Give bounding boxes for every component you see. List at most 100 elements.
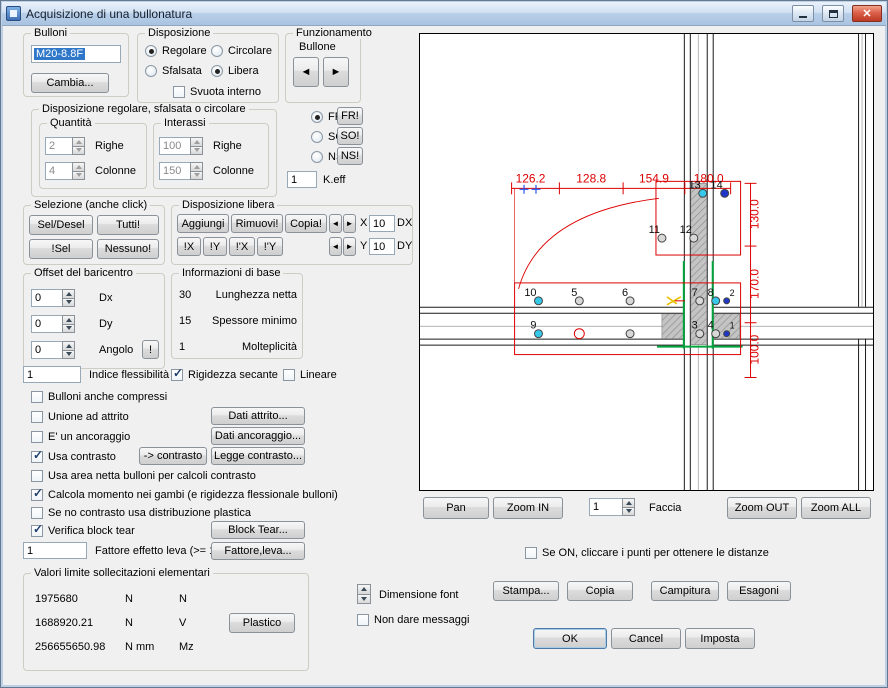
radio-fr-dot[interactable] [311, 111, 323, 123]
quantita-righe-spinner[interactable] [45, 137, 85, 155]
checkbox-usa-contrasto[interactable]: Usa contrasto [31, 450, 116, 464]
checkbox-ancoraggio[interactable]: E' un ancoraggio [31, 430, 130, 444]
bullone-tipo-field[interactable]: M20-8.8F [31, 45, 121, 63]
spin-down-icon[interactable] [357, 595, 371, 605]
mirror-x-button[interactable]: !X [177, 237, 201, 256]
radio-circolare[interactable]: Circolare [211, 44, 272, 58]
bolt-1[interactable] [724, 331, 730, 337]
minimize-button[interactable] [792, 5, 814, 22]
fattore-leva-button[interactable]: Fattore,leva... [211, 542, 305, 560]
quantita-colonne-input[interactable] [45, 162, 72, 180]
x-plus-button[interactable]: ► [343, 214, 356, 233]
radio-regolare-dot[interactable] [145, 45, 157, 57]
tutti-button[interactable]: Tutti! [97, 215, 159, 235]
checkbox-rigidezza-secante[interactable]: Rigidezza secante [171, 368, 278, 382]
copia-bolt-button[interactable]: Copia! [285, 214, 327, 233]
checkbox-momento-box[interactable] [31, 489, 43, 501]
spin-down-icon[interactable] [72, 172, 85, 181]
offset-angolo-input[interactable] [31, 341, 62, 359]
checkbox-compressi-box[interactable] [31, 391, 43, 403]
drawing-viewport[interactable]: 126.2 128.8 154.9 180.0 130.0 170.0 100.… [419, 33, 874, 491]
fattore-leva-input[interactable] [23, 542, 87, 559]
checkbox-unione-attrito[interactable]: Unione ad attrito [31, 410, 129, 424]
nessuno-button[interactable]: Nessuno! [97, 239, 159, 259]
ok-button[interactable]: OK [533, 628, 607, 649]
spin-up-icon[interactable] [190, 162, 203, 172]
block-tear-button[interactable]: Block Tear... [211, 521, 305, 539]
mirror-y-button[interactable]: !Y [203, 237, 227, 256]
interassi-colonne-spinner[interactable] [159, 162, 203, 180]
spin-down-icon[interactable] [190, 172, 203, 181]
radio-libera-dot[interactable] [211, 65, 223, 77]
interassi-righe-input[interactable] [159, 137, 190, 155]
checkbox-svuota-interno[interactable]: Svuota interno [173, 85, 261, 99]
checkbox-calcola-momento[interactable]: Calcola momento nei gambi (e rigidezza f… [31, 488, 338, 502]
indice-flessibilita-input[interactable] [23, 366, 81, 383]
zoom-out-button[interactable]: Zoom OUT [727, 497, 797, 519]
inverti-sel-button[interactable]: !Sel [29, 239, 93, 259]
connection-drawing[interactable]: 126.2 128.8 154.9 180.0 130.0 170.0 100.… [420, 34, 873, 490]
radio-so-dot[interactable] [311, 131, 323, 143]
radio-sfalsata-dot[interactable] [145, 65, 157, 77]
dati-ancoraggio-button[interactable]: Dati ancoraggio... [211, 427, 305, 445]
checkbox-area-netta[interactable]: Usa area netta bulloni per calcoli contr… [31, 469, 256, 483]
spin-up-icon[interactable] [62, 289, 75, 299]
dx-step-input[interactable] [369, 215, 395, 232]
radio-ns-dot[interactable] [311, 151, 323, 163]
faccia-input[interactable] [589, 498, 622, 516]
fr-force-button[interactable]: FR! [337, 107, 363, 125]
zoom-in-button[interactable]: Zoom IN [493, 497, 563, 519]
checkbox-bulloni-compressi[interactable]: Bulloni anche compressi [31, 390, 167, 404]
campitura-button[interactable]: Campitura [651, 581, 719, 601]
checkbox-area-netta-box[interactable] [31, 470, 43, 482]
mirror-local-y-button[interactable]: !'Y [257, 237, 283, 256]
offset-dy-input[interactable] [31, 315, 62, 333]
bolt-marker[interactable] [574, 329, 584, 339]
esagoni-button[interactable]: Esagoni [727, 581, 791, 601]
mirror-local-x-button[interactable]: !'X [229, 237, 255, 256]
dati-attrito-button[interactable]: Dati attrito... [211, 407, 305, 425]
spin-up-icon[interactable] [622, 498, 635, 508]
rimuovi-button[interactable]: Rimuovi! [231, 214, 283, 233]
quantita-righe-input[interactable] [45, 137, 72, 155]
spin-down-icon[interactable] [72, 147, 85, 156]
y-plus-button[interactable]: ► [343, 237, 356, 256]
y-minus-button[interactable]: ◄ [329, 237, 342, 256]
radio-libera[interactable]: Libera [211, 64, 259, 78]
checkbox-lineare-box[interactable] [283, 369, 295, 381]
ns-force-button[interactable]: NS! [337, 147, 363, 165]
spin-down-icon[interactable] [62, 325, 75, 334]
keff-input[interactable] [287, 171, 317, 188]
zoom-all-button[interactable]: Zoom ALL [801, 497, 871, 519]
stampa-button[interactable]: Stampa... [493, 581, 559, 601]
to-contrasto-button[interactable]: -> contrasto [139, 447, 207, 465]
checkbox-no-msg-box[interactable] [357, 614, 369, 626]
checkbox-lineare[interactable]: Lineare [283, 368, 337, 382]
title-bar[interactable]: Acquisizione di una bullonatura [2, 2, 886, 26]
pan-button[interactable]: Pan [423, 497, 489, 519]
cambia-button[interactable]: Cambia... [31, 73, 109, 93]
checkbox-se-on-box[interactable] [525, 547, 537, 559]
checkbox-plastica-box[interactable] [31, 507, 43, 519]
sel-desel-button[interactable]: Sel/Desel [29, 215, 93, 235]
plastico-button[interactable]: Plastico [229, 613, 295, 633]
checkbox-rigidezza-box[interactable] [171, 369, 183, 381]
offset-angolo-spinner[interactable] [31, 341, 75, 359]
checkbox-svuota-box[interactable] [173, 86, 185, 98]
interassi-colonne-input[interactable] [159, 162, 190, 180]
checkbox-distribuzione-plastica[interactable]: Se no contrasto usa distribuzione plasti… [31, 506, 251, 520]
spin-up-icon[interactable] [62, 341, 75, 351]
offset-dy-spinner[interactable] [31, 315, 75, 333]
radio-regolare[interactable]: Regolare [145, 44, 207, 58]
checkbox-non-dare-messaggi[interactable]: Non dare messaggi [357, 613, 469, 627]
radio-circolare-dot[interactable] [211, 45, 223, 57]
quantita-colonne-spinner[interactable] [45, 162, 85, 180]
checkbox-block-tear[interactable]: Verifica block tear [31, 524, 135, 538]
interassi-righe-spinner[interactable] [159, 137, 203, 155]
legge-contrasto-button[interactable]: Legge contrasto... [211, 447, 305, 465]
spin-up-icon[interactable] [357, 584, 371, 595]
faccia-spinner[interactable] [589, 498, 635, 516]
bolt-marker[interactable] [626, 330, 634, 338]
bolt-2[interactable] [724, 298, 730, 304]
dy-step-input[interactable] [369, 238, 395, 255]
